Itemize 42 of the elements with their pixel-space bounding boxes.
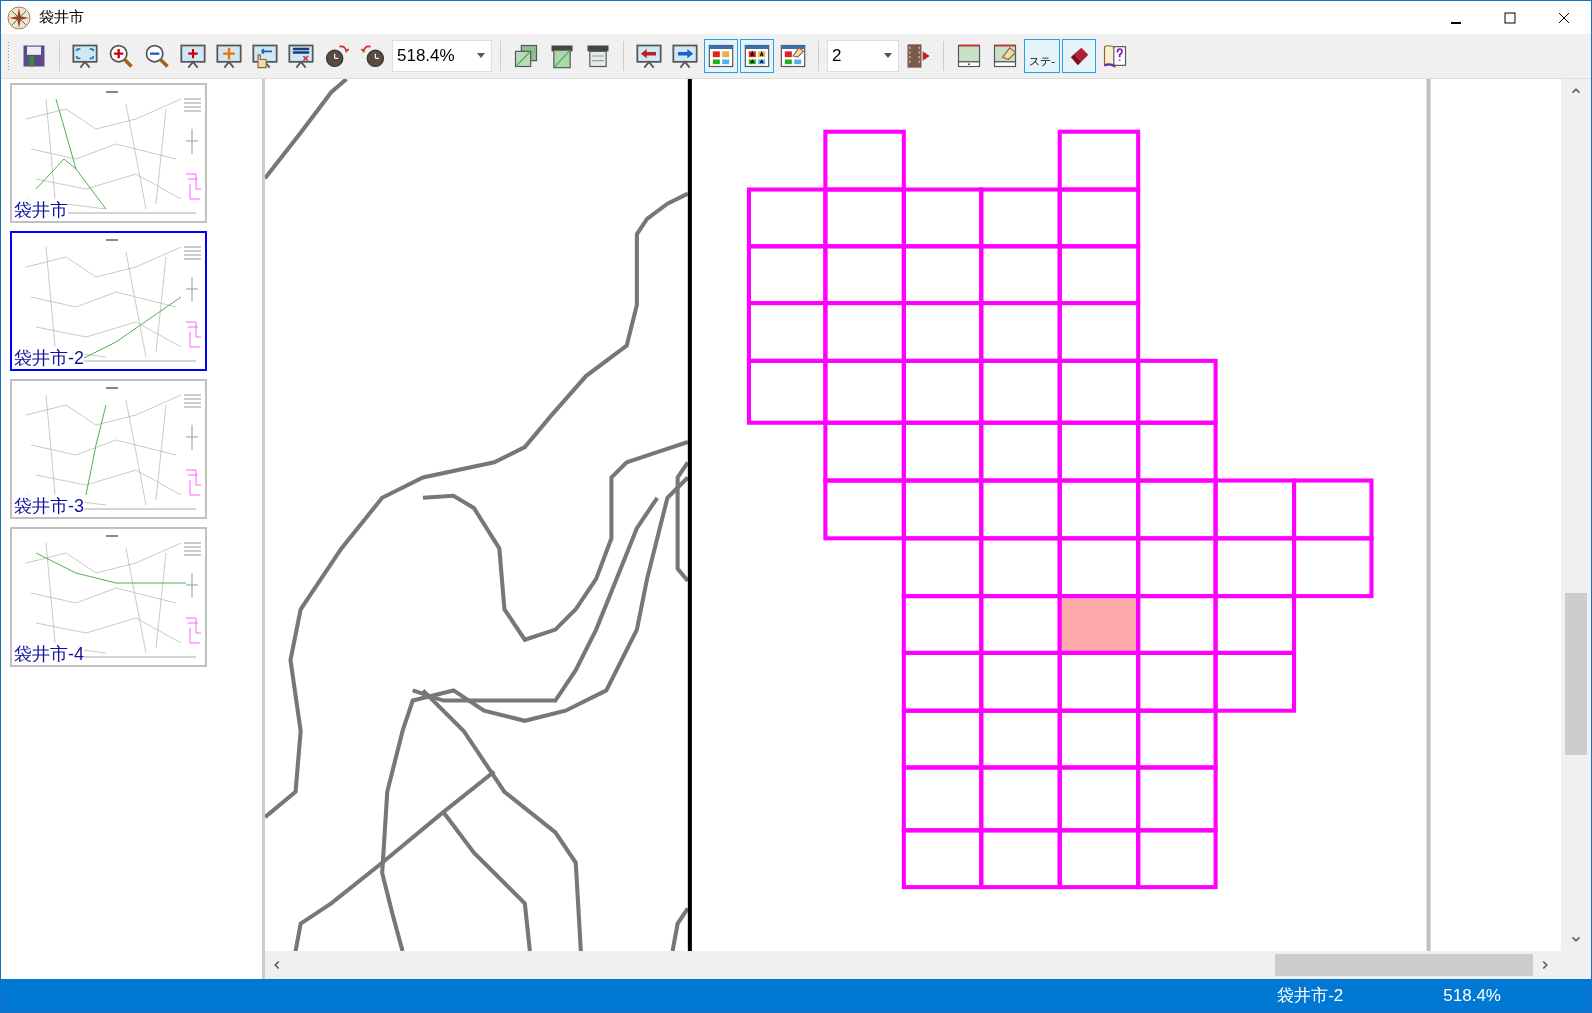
copy-pages-icon xyxy=(512,42,540,70)
arrow-left-icon xyxy=(635,42,663,70)
status-page-name: 袋井市-2 xyxy=(1277,985,1344,1007)
status-zoom-level: 518.4% xyxy=(1443,985,1501,1006)
center-icon xyxy=(179,42,207,70)
toolbar-grip[interactable] xyxy=(7,41,11,71)
help-book-icon xyxy=(1101,42,1129,70)
horizontal-scroll-thumb[interactable] xyxy=(1275,954,1533,976)
page-label: 袋井市-4 xyxy=(14,643,84,665)
dropdown-caret-icon xyxy=(477,53,485,59)
color-grid-icon xyxy=(707,42,735,70)
minimize-icon xyxy=(1451,21,1461,24)
page-label: 袋井市 xyxy=(14,199,68,221)
lettered-grid-icon xyxy=(743,42,771,70)
maximize-icon xyxy=(1504,11,1516,24)
page-thumbnail[interactable]: 袋井市-4 xyxy=(10,527,207,667)
move-arrows-icon xyxy=(215,42,243,70)
close-icon xyxy=(1558,11,1570,24)
window-title: 袋井市 xyxy=(39,8,85,27)
hand-pointer-icon xyxy=(251,42,279,70)
page-combo[interactable]: 2 xyxy=(827,40,899,72)
grid-hand-icon xyxy=(779,42,807,70)
page-thumbnail[interactable]: 袋井市-3 xyxy=(10,379,207,519)
zoom-combo[interactable]: 518.4% xyxy=(392,40,492,72)
hundred-percent-icon xyxy=(287,42,315,70)
page-label: 袋井市-2 xyxy=(14,347,84,369)
layout-labels-button[interactable] xyxy=(740,39,774,73)
arrow-right-icon xyxy=(671,42,699,70)
compass-rose-icon xyxy=(7,5,31,30)
page-label: 袋井市-3 xyxy=(14,495,84,517)
zoom-out-icon xyxy=(143,42,171,70)
vertical-scroll-thumb[interactable] xyxy=(1565,593,1587,755)
ruler-hand-icon xyxy=(991,42,1019,70)
eraser-button[interactable] xyxy=(1062,39,1096,73)
zoom-in-icon xyxy=(107,42,135,70)
fit-screen-icon xyxy=(71,42,99,70)
layout-button[interactable] xyxy=(704,39,738,73)
page-thumbnail[interactable]: 袋井市-2 xyxy=(10,231,207,371)
page-thumbnail[interactable]: 袋井市 xyxy=(10,83,207,223)
ruler-page-icon xyxy=(955,42,983,70)
step-button[interactable]: ステ- xyxy=(1024,39,1060,73)
dropdown-caret-icon xyxy=(884,53,892,59)
